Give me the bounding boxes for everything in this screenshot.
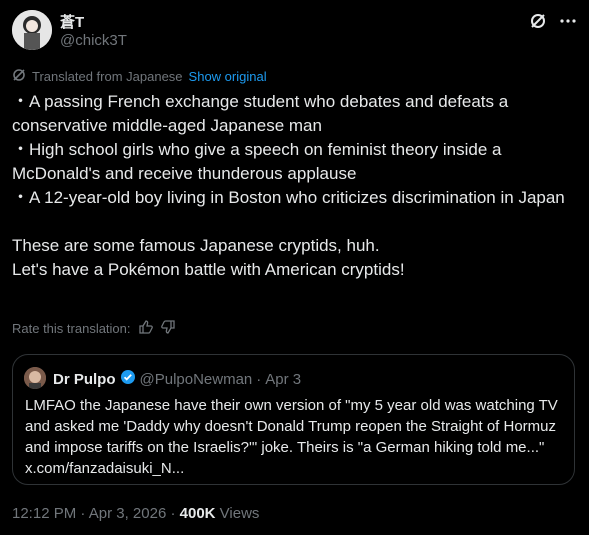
views-count: 400K bbox=[179, 505, 216, 522]
rate-translation: Rate this translation: bbox=[12, 320, 175, 337]
thumbs-down-icon[interactable] bbox=[160, 320, 175, 337]
quoted-author-name[interactable]: Dr Pulpo bbox=[53, 371, 116, 388]
grok-icon[interactable] bbox=[529, 12, 547, 33]
translation-label: Translated from Japanese bbox=[32, 69, 183, 84]
more-options-icon[interactable] bbox=[559, 12, 577, 33]
footer-separator: · bbox=[80, 505, 86, 522]
translation-notice: Translated from Japanese Show original bbox=[12, 68, 267, 85]
header-actions bbox=[529, 12, 577, 33]
author-handle[interactable]: @chick3T bbox=[60, 32, 127, 49]
rate-label: Rate this translation: bbox=[12, 321, 131, 336]
tweet-footer: 12:12 PM · Apr 3, 2026 · 400K Views bbox=[12, 505, 259, 522]
translate-icon bbox=[12, 68, 26, 85]
quoted-tweet[interactable]: Dr Pulpo @PulpoNewman · Apr 3 LMFAO the … bbox=[12, 354, 575, 485]
quoted-header: Dr Pulpo @PulpoNewman · Apr 3 bbox=[53, 369, 301, 389]
post-date[interactable]: Apr 3, 2026 bbox=[89, 505, 167, 522]
post-time[interactable]: 12:12 PM bbox=[12, 505, 76, 522]
verified-badge-icon bbox=[120, 369, 136, 389]
author-avatar[interactable] bbox=[12, 10, 52, 50]
thumbs-up-icon[interactable] bbox=[138, 320, 153, 337]
tweet-text: ・A passing French exchange student who d… bbox=[12, 92, 565, 279]
views-label: Views bbox=[219, 505, 260, 522]
show-original-link[interactable]: Show original bbox=[189, 69, 267, 84]
quoted-date[interactable]: Apr 3 bbox=[265, 371, 301, 388]
footer-separator-2: · bbox=[170, 505, 176, 522]
quoted-separator: · bbox=[256, 370, 262, 388]
quoted-text: LMFAO the Japanese have their own versio… bbox=[25, 397, 558, 477]
author-name[interactable]: 蒼T bbox=[60, 11, 84, 32]
quoted-author-handle[interactable]: @PulpoNewman bbox=[140, 371, 253, 388]
quoted-author-avatar[interactable] bbox=[24, 367, 46, 389]
